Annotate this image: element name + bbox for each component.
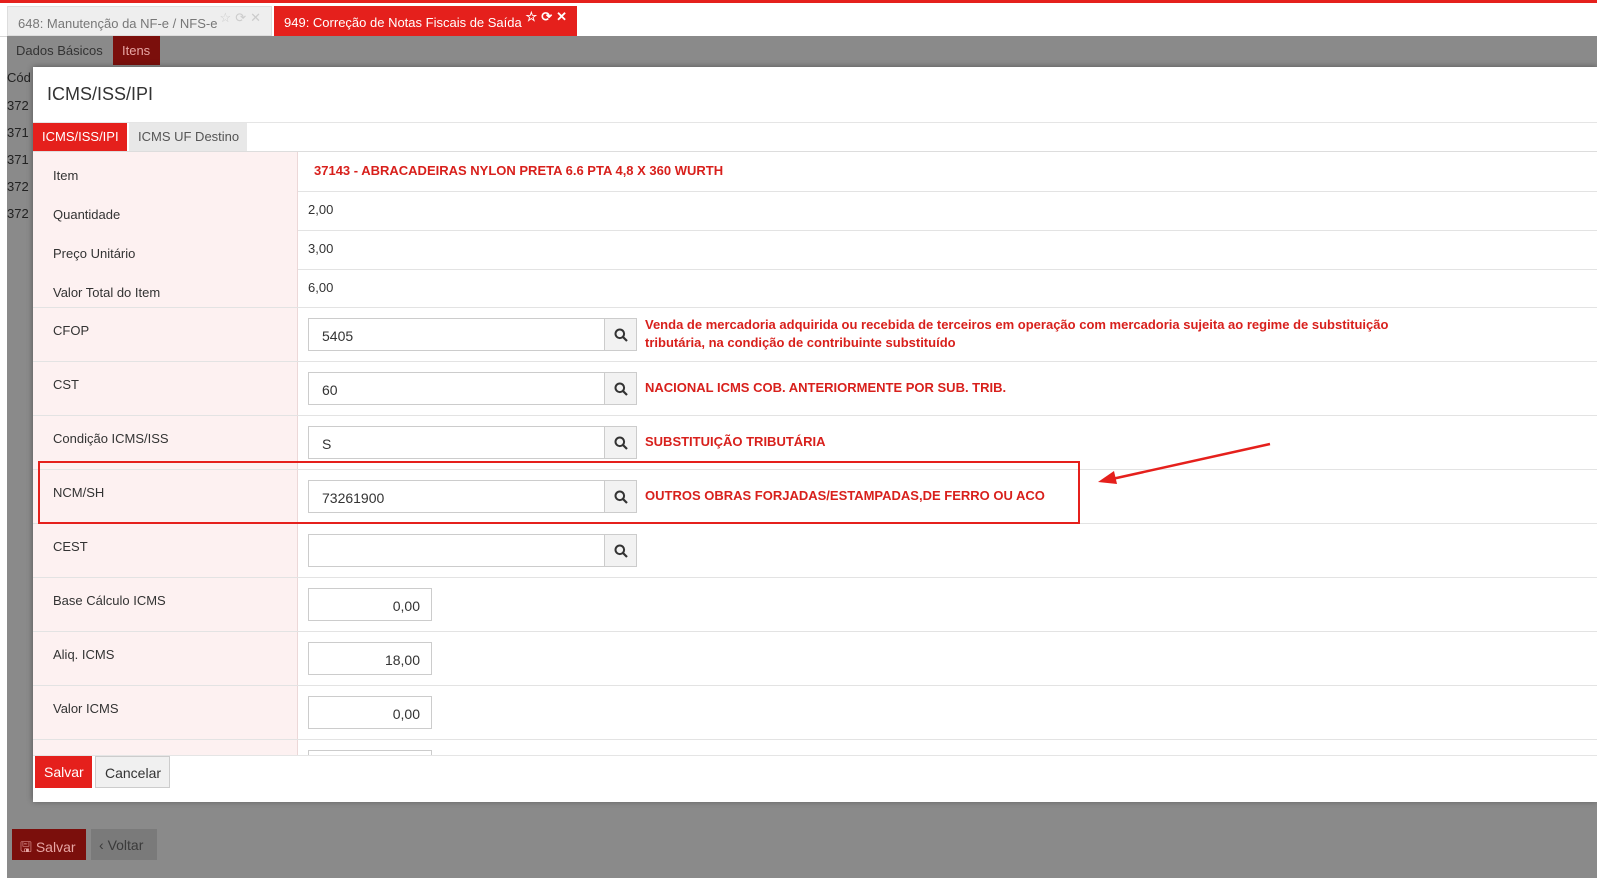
- tab-icms-uf-destino[interactable]: ICMS UF Destino: [129, 123, 247, 151]
- window-tab-correcao[interactable]: 949: Correção de Notas Fiscais de Saída …: [274, 6, 577, 36]
- field-label: CST: [53, 377, 79, 392]
- condicao-input[interactable]: S: [308, 426, 604, 459]
- row-cfop: CFOP 5405 Venda de mercadoria adquirida …: [33, 308, 1597, 362]
- icms-form: Item 37143 - ABRACADEIRAS NYLON PRETA 6.…: [33, 152, 1597, 755]
- save-button[interactable]: Salvar: [35, 756, 92, 788]
- cfop-search-button[interactable]: [604, 318, 637, 351]
- base-calculo-input[interactable]: 0,00: [308, 588, 432, 621]
- field-label: Aliq. ICMS: [53, 647, 115, 662]
- page-save-label: Salvar: [35, 839, 76, 855]
- window-tab-label: 648: Manutenção da NF-e / NFS-e: [18, 16, 218, 31]
- cst-search-button[interactable]: [604, 372, 637, 405]
- cancel-button[interactable]: Cancelar: [95, 756, 170, 788]
- page-back-label: Voltar: [107, 837, 144, 853]
- row-preco: Preço Unitário 3,00: [33, 230, 1597, 270]
- cest-search-button[interactable]: [604, 534, 637, 567]
- field-label: Base Cálculo ICMS: [53, 593, 166, 608]
- field-label: CFOP: [53, 323, 90, 338]
- row-cst: CST 60 NACIONAL ICMS COB. ANTERIORMENTE …: [33, 362, 1597, 416]
- cfop-description: Venda de mercadoria adquirida ou recebid…: [645, 317, 1389, 350]
- preco-value: 3,00: [308, 241, 334, 256]
- annotation-arrow: [1098, 442, 1271, 484]
- tab-dados-basicos[interactable]: Dados Básicos: [7, 36, 111, 65]
- tab-itens[interactable]: Itens: [113, 36, 160, 65]
- cst-group: 60: [308, 372, 637, 405]
- page-save-button[interactable]: 🖫 Salvar: [12, 829, 86, 860]
- field-label: Preço Unitário: [53, 246, 136, 261]
- refresh-icon[interactable]: ⟳: [235, 10, 250, 25]
- field-label: Valor ICMS: [53, 701, 119, 716]
- cst-description: NACIONAL ICMS COB. ANTERIORMENTE POR SUB…: [645, 380, 1007, 395]
- condicao-group: S: [308, 426, 637, 459]
- item-value: 37143 - ABRACADEIRAS NYLON PRETA 6.6 PTA…: [314, 163, 724, 178]
- condicao-description: SUBSTITUIÇÃO TRIBUTÁRIA: [645, 434, 826, 449]
- window-tab-bar: 648: Manutenção da NF-e / NFS-e ☆⟳✕ 949:…: [0, 3, 1597, 37]
- cst-input[interactable]: 60: [308, 372, 604, 405]
- search-icon: [614, 436, 628, 450]
- chevron-left-icon: ‹: [99, 837, 104, 853]
- cfop-input[interactable]: 5405: [308, 318, 604, 351]
- search-icon: [614, 382, 628, 396]
- star-icon[interactable]: ☆: [220, 10, 236, 25]
- close-icon[interactable]: ✕: [556, 9, 571, 24]
- row-valor-icms: Valor ICMS 0,00: [33, 686, 1597, 740]
- window-tab-label: 949: Correção de Notas Fiscais de Saída: [284, 15, 522, 30]
- save-icon: 🖫: [20, 839, 32, 855]
- aliq-icms-input[interactable]: 18,00: [308, 642, 432, 675]
- row-valor-total: Valor Total do Item 6,00: [33, 269, 1597, 308]
- cfop-group: 5405: [308, 318, 637, 351]
- star-icon[interactable]: ☆: [526, 9, 542, 24]
- field-label: Condição ICMS/ISS: [53, 431, 169, 446]
- row-item: Item 37143 - ABRACADEIRAS NYLON PRETA 6.…: [33, 152, 1597, 192]
- cest-group: [308, 534, 637, 567]
- row-aliq: Aliq. ICMS 18,00: [33, 632, 1597, 686]
- search-icon: [614, 544, 628, 558]
- highlight-box: [38, 461, 1080, 524]
- row-quantidade: Quantidade 2,00: [33, 191, 1597, 231]
- field-label: Quantidade: [53, 207, 121, 222]
- search-icon: [614, 328, 628, 342]
- field-label: Valor Total do Item: [53, 285, 161, 300]
- row-partial: [33, 740, 1597, 755]
- modal-footer: Salvar Cancelar: [33, 755, 1597, 802]
- tab-icms-iss-ipi[interactable]: ICMS/ISS/IPI: [33, 123, 127, 151]
- field-label: Item: [53, 168, 79, 183]
- icms-modal: ICMS/ISS/IPI ICMS/ISS/IPI ICMS UF Destin…: [33, 67, 1597, 802]
- cest-input[interactable]: [308, 534, 604, 567]
- row-cest: CEST: [33, 524, 1597, 578]
- page-back-button[interactable]: ‹ Voltar: [91, 829, 157, 860]
- row-base-calculo: Base Cálculo ICMS 0,00: [33, 578, 1597, 632]
- close-icon[interactable]: ✕: [250, 10, 265, 25]
- modal-title: ICMS/ISS/IPI: [47, 84, 154, 104]
- valor-icms-input[interactable]: 0,00: [308, 696, 432, 729]
- refresh-icon[interactable]: ⟳: [541, 9, 556, 24]
- valor-total-value: 6,00: [308, 280, 334, 295]
- condicao-search-button[interactable]: [604, 426, 637, 459]
- quantidade-value: 2,00: [308, 202, 334, 217]
- field-label: CEST: [53, 539, 88, 554]
- window-tab-nfe[interactable]: 648: Manutenção da NF-e / NFS-e ☆⟳✕: [7, 6, 272, 36]
